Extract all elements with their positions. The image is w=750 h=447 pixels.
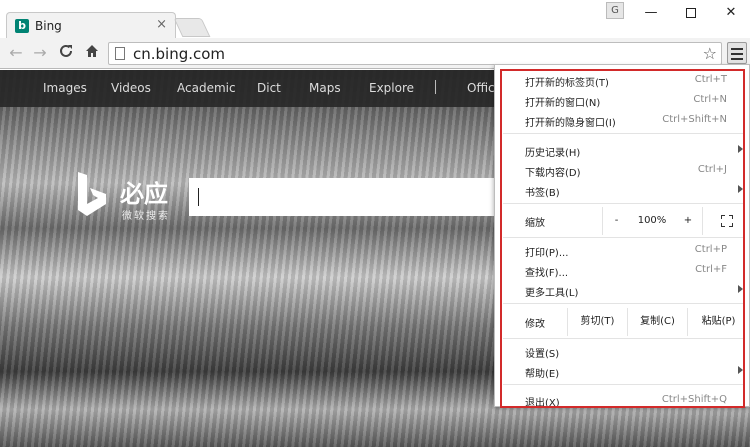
menu-history[interactable]: 历史记录(H)	[495, 141, 749, 161]
menu-divider	[503, 338, 743, 339]
menu-settings[interactable]: 设置(S)	[495, 342, 749, 362]
paste-button[interactable]: 粘贴(P)	[687, 308, 749, 336]
menu-help[interactable]: 帮助(E)	[495, 362, 749, 382]
submenu-arrow-icon	[738, 285, 743, 293]
menu-downloads[interactable]: 下载内容(D) Ctrl+J	[495, 161, 749, 181]
copy-button[interactable]: 复制(C)	[627, 308, 687, 336]
reload-icon	[60, 44, 72, 57]
tab-close-icon[interactable]: ×	[156, 17, 167, 32]
maximize-icon	[686, 7, 696, 18]
url-text[interactable]: cn.bing.com	[133, 45, 225, 63]
reload-button[interactable]	[56, 43, 76, 63]
menu-divider	[503, 237, 743, 238]
logo-text: 必应	[120, 180, 168, 208]
home-button[interactable]	[82, 43, 102, 63]
page-icon	[115, 47, 125, 60]
nav-images[interactable]: Images	[43, 81, 87, 95]
address-bar[interactable]: cn.bing.com ☆	[108, 42, 722, 65]
zoom-label: 缩放	[525, 218, 545, 229]
chrome-menu-button[interactable]	[727, 42, 747, 64]
menu-exit[interactable]: 退出(X) Ctrl+Shift+Q	[495, 391, 749, 411]
menu-divider	[503, 133, 743, 134]
submenu-arrow-icon	[738, 185, 743, 193]
new-tab-button[interactable]	[173, 18, 211, 37]
zoom-in-button[interactable]: +	[674, 207, 702, 235]
bing-b-icon	[78, 172, 106, 216]
nav-academic[interactable]: Academic	[177, 81, 236, 95]
menu-more-tools[interactable]: 更多工具(L)	[495, 281, 749, 301]
menu-find[interactable]: 查找(F)... Ctrl+F	[495, 261, 749, 281]
chrome-menu: 打开新的标签页(T) Ctrl+T 打开新的窗口(N) Ctrl+N 打开新的隐…	[494, 64, 750, 409]
submenu-arrow-icon	[738, 366, 743, 374]
menu-new-incognito[interactable]: 打开新的隐身窗口(I) Ctrl+Shift+N	[495, 111, 749, 131]
nav-divider	[435, 80, 436, 94]
fullscreen-button[interactable]	[702, 207, 749, 235]
tab-title: Bing	[35, 19, 62, 33]
menu-bookmarks[interactable]: 书签(B)	[495, 181, 749, 201]
bing-favicon-icon: b	[15, 19, 29, 33]
nav-maps[interactable]: Maps	[309, 81, 341, 95]
text-caret	[198, 188, 199, 206]
menu-edit-row: 修改 剪切(T) 复制(C) 粘贴(P)	[495, 308, 749, 336]
menu-divider	[503, 203, 743, 204]
fullscreen-icon	[721, 215, 733, 227]
home-icon	[86, 45, 98, 57]
menu-divider	[503, 384, 743, 385]
nav-videos[interactable]: Videos	[111, 81, 151, 95]
nav-dict[interactable]: Dict	[257, 81, 281, 95]
tab-bing[interactable]: b Bing ×	[6, 12, 176, 39]
logo-subtitle: 微软搜索	[122, 211, 170, 222]
search-input[interactable]	[189, 178, 499, 216]
submenu-arrow-icon	[738, 145, 743, 153]
cut-button[interactable]: 剪切(T)	[567, 308, 627, 336]
menu-new-window[interactable]: 打开新的窗口(N) Ctrl+N	[495, 91, 749, 111]
menu-zoom-row: 缩放 - 100% +	[495, 207, 749, 235]
profile-button[interactable]: G	[606, 2, 624, 19]
back-button[interactable]: ←	[6, 43, 26, 63]
menu-divider	[503, 303, 743, 304]
hamburger-icon	[731, 48, 743, 50]
edit-label: 修改	[525, 319, 545, 330]
menu-new-tab[interactable]: 打开新的标签页(T) Ctrl+T	[495, 71, 749, 91]
close-window-button[interactable]: ✕	[708, 2, 750, 24]
menu-print[interactable]: 打印(P)... Ctrl+P	[495, 241, 749, 261]
nav-explore[interactable]: Explore	[369, 81, 414, 95]
title-bar: b Bing × G — ✕	[0, 0, 750, 39]
zoom-value: 100%	[637, 215, 667, 226]
bookmark-star-icon[interactable]: ☆	[703, 44, 717, 63]
forward-button[interactable]: →	[30, 43, 50, 63]
zoom-out-button[interactable]: -	[602, 207, 630, 235]
